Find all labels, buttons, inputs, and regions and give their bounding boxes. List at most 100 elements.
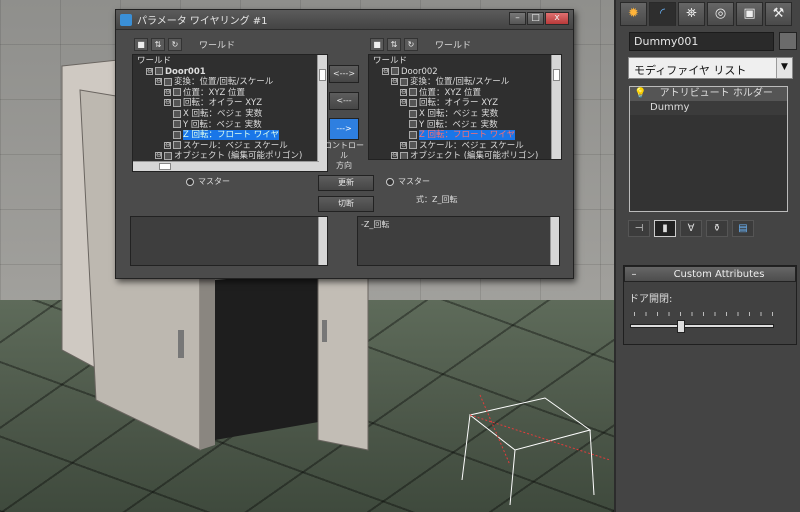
utilities-tab-icon[interactable]: ⚒ (765, 2, 792, 26)
motion-tab-icon[interactable]: ◎ (707, 2, 734, 26)
minimize-button[interactable]: – (509, 12, 526, 25)
lightbulb-icon[interactable]: 💡 (634, 88, 646, 99)
tree-node[interactable]: ワールド (137, 56, 171, 66)
configure-sets-icon[interactable]: ▤ (732, 220, 754, 237)
right-master-label: マスター (398, 177, 430, 186)
node-type-icon (155, 67, 163, 76)
rollout-toggle[interactable]: – (625, 269, 643, 280)
wire-both-directions-button[interactable]: <---> (329, 65, 359, 83)
tree-node[interactable]: ⊖ 位置：XYZ 位置 (164, 88, 245, 98)
stack-item-dummy[interactable]: Dummy (630, 101, 787, 115)
tree-node-label: Z 回転：フロート ワイヤ (183, 130, 279, 141)
expand-toggle-icon[interactable]: ⊖ (400, 88, 407, 96)
tree-node[interactable]: Z 回転：フロート ワイヤ (173, 130, 279, 141)
tree-node[interactable]: ⊖ 回転：オイラー XYZ (164, 98, 262, 108)
tree-node[interactable]: ⊖ 変換：位置/回転/スケール (155, 77, 273, 87)
tree-node-label: Door001 (165, 66, 206, 77)
expand-toggle-icon[interactable]: ⊖ (155, 78, 162, 86)
chevron-down-icon[interactable]: ▼ (776, 58, 792, 78)
dialog-titlebar[interactable]: パラメータ ワイヤリング #1 – □ x (116, 10, 573, 30)
tree-node[interactable]: ⊖ Door002 (382, 67, 438, 77)
left-parameter-tree[interactable]: ワールド ⊖ Door001 ⊖ 変換：位置/回転/スケール ⊖ 位置：XYZ 位置 ⊖ 回転：… (132, 54, 328, 172)
remove-modifier-icon[interactable]: ⚱ (706, 220, 728, 237)
left-master-label: マスター (198, 177, 230, 186)
tree-node[interactable]: ⊖ Door001 (146, 67, 206, 77)
stack-item-label: アトリビュート ホルダー (659, 88, 773, 99)
right-master-radio[interactable]: マスター (386, 176, 430, 187)
node-type-icon (409, 120, 417, 129)
expand-toggle-icon[interactable]: ⊖ (164, 99, 171, 107)
tree-hscrollbar[interactable] (133, 161, 319, 171)
door-open-slider[interactable] (630, 320, 774, 333)
hierarchy-tab-icon[interactable]: ⛯ (678, 2, 705, 26)
make-unique-icon[interactable]: ∀ (680, 220, 702, 237)
tree-node[interactable]: ⊖ 変換：位置/回転/スケール (391, 77, 509, 87)
object-name-field[interactable] (629, 32, 774, 51)
expand-toggle-icon[interactable]: ⊖ (382, 67, 389, 75)
maximize-button[interactable]: □ (527, 12, 544, 25)
tree-node[interactable]: X 回転：ベジェ 実数 (409, 109, 498, 119)
update-button[interactable]: 更新 (318, 175, 374, 191)
stack-item-attribute-holder[interactable]: 💡 アトリビュート ホルダー (630, 87, 787, 101)
tree-node-label: オブジェクト (編集可能ポリゴン) (174, 151, 303, 162)
left-scope-label: ワールド (199, 41, 236, 51)
tree-node[interactable]: Z 回転：フロート ワイヤ (409, 130, 515, 141)
folder-icon[interactable]: ■ (370, 38, 384, 51)
tree-node[interactable]: Y 回転：ベジェ 実数 (173, 120, 262, 130)
pin-stack-icon[interactable]: ⊣ (628, 220, 650, 237)
folder-icon[interactable]: ■ (134, 38, 148, 51)
expr-scrollbar[interactable] (550, 217, 559, 265)
wire-left-to-right-button[interactable]: ---> (329, 118, 359, 140)
node-type-icon (400, 77, 408, 86)
left-master-radio[interactable]: マスター (186, 176, 230, 187)
custom-attributes-rollout: – Custom Attributes ドア開閉: (623, 265, 797, 345)
node-type-icon (173, 88, 181, 97)
close-button[interactable]: x (545, 12, 569, 25)
left-expression-field[interactable] (130, 216, 328, 266)
sort-icon[interactable]: ⇅ (387, 38, 401, 51)
tree-node-label: 回転：オイラー XYZ (183, 98, 263, 109)
node-type-icon (409, 130, 417, 139)
tree-vscrollbar[interactable] (551, 55, 561, 159)
refresh-icon[interactable]: ↻ (168, 38, 182, 51)
expand-toggle-icon[interactable]: ⊖ (164, 88, 171, 96)
right-parameter-tree[interactable]: ワールド ⊖ Door002 ⊖ 変換：位置/回転/スケール ⊖ 位置：XYZ 位置 ⊖ 回転：… (368, 54, 562, 160)
expand-toggle-icon[interactable]: ⊖ (164, 141, 171, 149)
expand-toggle-icon[interactable]: ⊖ (400, 141, 407, 149)
right-expression-text: -Z_回転 (361, 220, 390, 229)
slider-ticks (634, 312, 774, 316)
door-right (317, 254, 369, 451)
tree-node[interactable]: X 回転：ベジェ 実数 (173, 109, 262, 119)
tree-node[interactable]: Y 回転：ベジェ 実数 (409, 120, 498, 130)
node-type-icon (173, 141, 181, 150)
display-tab-icon[interactable]: ▣ (736, 2, 763, 26)
rollout-header[interactable]: – Custom Attributes (624, 266, 796, 282)
expand-toggle-icon[interactable]: ⊖ (391, 78, 398, 86)
wire-right-to-left-button[interactable]: <--- (329, 92, 359, 110)
tree-node[interactable]: ⊖ オブジェクト (編集可能ポリゴン) (391, 151, 538, 159)
tree-node[interactable]: ⊖ オブジェクト (編集可能ポリゴン) (155, 151, 302, 161)
create-tab-icon[interactable]: ✹ (620, 2, 647, 26)
expand-toggle-icon[interactable]: ⊖ (155, 152, 162, 160)
expand-toggle-icon[interactable]: ⊖ (391, 152, 398, 159)
expr-scrollbar[interactable] (318, 217, 327, 265)
disconnect-button[interactable]: 切断 (318, 196, 374, 212)
modifier-stack[interactable]: 💡 アトリビュート ホルダー Dummy (629, 86, 788, 212)
object-color-swatch[interactable] (779, 32, 797, 50)
tree-node[interactable]: ⊖ スケール：ベジェ スケール (164, 141, 288, 151)
parameter-wiring-dialog[interactable]: パラメータ ワイヤリング #1 – □ x ■ ⇅ ↻ ワールド ■ ⇅ ↻ ワ… (115, 9, 574, 279)
tree-node[interactable]: ⊖ 位置：XYZ 位置 (400, 88, 481, 98)
slider-thumb[interactable] (677, 320, 686, 333)
modify-tab-icon[interactable]: ◜ (649, 2, 676, 26)
show-end-result-icon[interactable]: ▮ (654, 220, 676, 237)
right-expression-field[interactable]: -Z_回転 (357, 216, 560, 266)
modifier-list-dropdown[interactable]: モディファイヤ リスト ▼ (628, 57, 793, 79)
expand-toggle-icon[interactable]: ⊖ (146, 67, 153, 75)
sort-icon[interactable]: ⇅ (151, 38, 165, 51)
tree-node[interactable]: ⊖ 回転：オイラー XYZ (400, 98, 498, 108)
refresh-icon[interactable]: ↻ (404, 38, 418, 51)
expand-toggle-icon[interactable]: ⊖ (400, 99, 407, 107)
tree-node[interactable]: ⊖ スケール：ベジェ スケール (400, 141, 524, 151)
tree-node[interactable]: ワールド (373, 56, 407, 66)
modifier-list-label: モディファイヤ リスト (634, 64, 747, 77)
